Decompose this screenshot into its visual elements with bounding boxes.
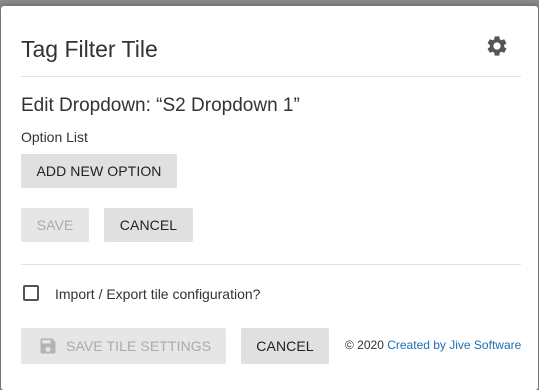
add-new-option-button[interactable]: ADD NEW OPTION [21, 154, 177, 188]
floppy-disk-icon [38, 336, 58, 356]
import-export-checkbox[interactable] [23, 285, 39, 301]
jive-software-link[interactable]: Created by Jive Software [387, 338, 521, 352]
import-export-label: Import / Export tile configuration? [55, 286, 261, 302]
option-list-label: Option List [21, 129, 88, 145]
cancel-edit-button[interactable]: CANCEL [104, 208, 193, 242]
section-divider [21, 264, 521, 265]
header-divider [21, 76, 521, 77]
tile-settings-dialog: Tag Filter Tile Edit Dropdown: “S2 Dropd… [1, 6, 538, 390]
gear-icon[interactable] [485, 34, 509, 58]
save-tile-settings-button[interactable]: SAVE TILE SETTINGS [21, 328, 226, 364]
cancel-dialog-button[interactable]: CANCEL [241, 328, 329, 364]
footer-credit: © 2020 Created by Jive Software [345, 338, 521, 352]
save-button[interactable]: SAVE [21, 208, 89, 242]
save-tile-settings-label: SAVE TILE SETTINGS [66, 338, 212, 354]
edit-dropdown-heading: Edit Dropdown: “S2 Dropdown 1” [21, 95, 300, 116]
dialog-title: Tag Filter Tile [21, 36, 158, 62]
copyright-text: © 2020 [345, 338, 384, 352]
